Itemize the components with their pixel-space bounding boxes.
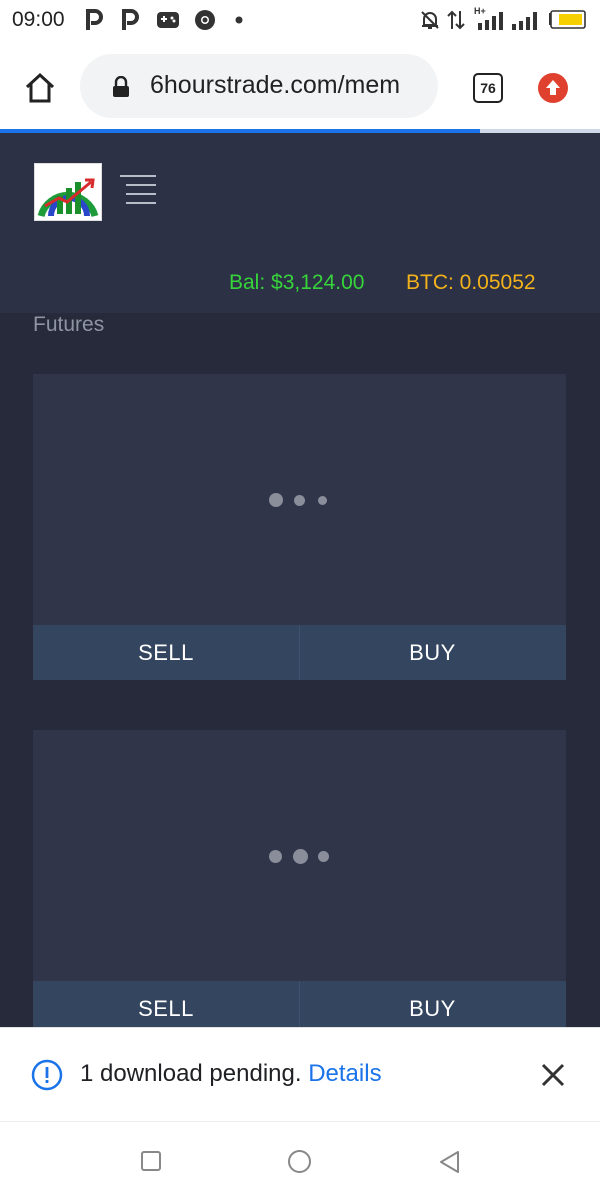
recents-square-icon[interactable] [140, 1150, 162, 1172]
main-content: Futures SELL BUY SELL BUY [0, 313, 600, 1036]
url-bar[interactable]: 6hourstrade.com/mem [80, 54, 438, 118]
pinterest-p-icon [122, 9, 139, 30]
dot-icon [235, 16, 243, 24]
update-chrome-icon[interactable] [537, 72, 569, 104]
tab-count: 76 [480, 80, 496, 96]
browser-toolbar: 6hourstrade.com/mem 76 [0, 40, 600, 132]
sell-button[interactable]: SELL [33, 625, 300, 680]
download-message-text: 1 download pending. [80, 1060, 302, 1087]
chrome-icon [195, 10, 215, 30]
download-message: 1 download pending. Details [80, 1060, 382, 1088]
home-icon[interactable] [24, 72, 56, 104]
trade-button-row: SELL BUY [33, 625, 566, 680]
data-transfer-icon [447, 10, 465, 30]
loading-spinner [269, 492, 333, 508]
lock-icon [113, 76, 129, 97]
buy-button[interactable]: BUY [299, 625, 566, 680]
menu-toggle-button[interactable] [120, 173, 156, 207]
system-nav-bar [0, 1121, 600, 1201]
tab-switcher-button[interactable]: 76 [473, 73, 503, 103]
download-infobar: 1 download pending. Details [0, 1027, 600, 1122]
signal-icon [512, 12, 537, 30]
pinterest-p-icon [86, 9, 103, 30]
balance-label: Bal: $3,124.00 [229, 271, 365, 294]
section-title: Futures [33, 313, 105, 336]
download-details-link[interactable]: Details [308, 1060, 381, 1087]
site-header: Bal: $3,124.00 BTC: 0.05052 [0, 133, 600, 313]
site-logo[interactable] [34, 163, 102, 221]
battery-icon [549, 10, 586, 29]
signal-icon [478, 12, 503, 30]
futures-card: SELL BUY [33, 730, 566, 1036]
status-bar: 09:00 H+ [0, 0, 600, 40]
loading-spinner [269, 848, 333, 864]
status-time: 09:00 [12, 8, 65, 31]
url-text: 6hourstrade.com/mem [150, 71, 401, 99]
back-triangle-icon[interactable] [437, 1149, 463, 1175]
notifications-off-icon [421, 11, 439, 29]
logo-chart-icon [37, 178, 99, 218]
futures-card: SELL BUY [33, 374, 566, 680]
info-alert-icon [31, 1059, 63, 1091]
btc-balance-label: BTC: 0.05052 [406, 271, 536, 294]
home-circle-icon[interactable] [287, 1149, 312, 1174]
game-controller-icon [157, 12, 179, 28]
close-icon[interactable] [540, 1062, 566, 1088]
